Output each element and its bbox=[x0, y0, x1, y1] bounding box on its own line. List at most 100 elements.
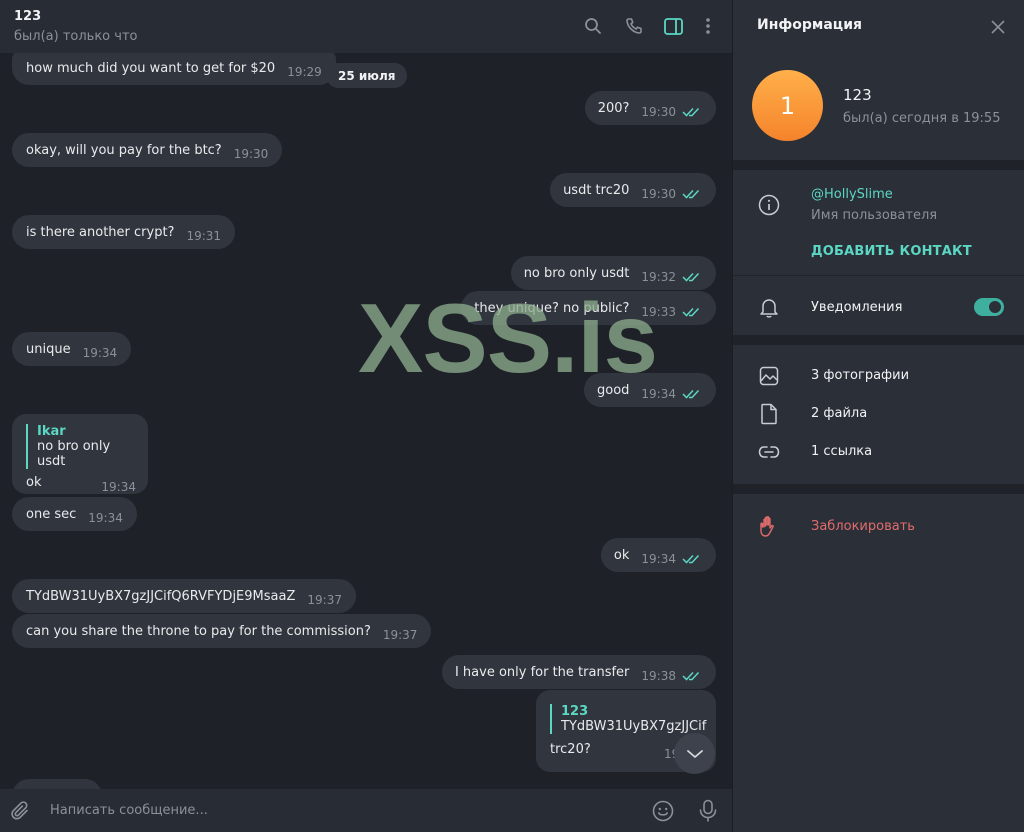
message-incoming[interactable]: okay, will you pay for the btc? 19:30 bbox=[12, 133, 283, 167]
emoji-icon[interactable] bbox=[652, 800, 674, 826]
message-text: they unique? no public? bbox=[474, 300, 630, 316]
message-outgoing[interactable]: 200? 19:30 bbox=[584, 91, 716, 125]
section-divider bbox=[733, 335, 1024, 345]
read-checkmarks-icon bbox=[682, 189, 700, 199]
search-icon[interactable] bbox=[581, 14, 605, 38]
message-outgoing[interactable]: good 19:34 bbox=[583, 373, 716, 407]
read-checkmarks-icon bbox=[682, 554, 700, 564]
message-text: ok bbox=[613, 547, 630, 563]
add-contact-button[interactable]: ДОБАВИТЬ КОНТАКТ bbox=[811, 244, 972, 259]
message-time: 19:37 bbox=[307, 593, 342, 607]
reply-author: Ikar bbox=[37, 424, 66, 439]
avatar[interactable]: 1 bbox=[752, 70, 823, 141]
message-text: is there another crypt? bbox=[26, 224, 175, 240]
message-time: 19:33 bbox=[641, 305, 676, 319]
message-text: one sec bbox=[26, 506, 77, 522]
photo-icon bbox=[758, 365, 780, 387]
message-time: 19:34 bbox=[82, 346, 118, 360]
username-link[interactable]: @HollySlime bbox=[811, 187, 893, 202]
message-text: how much did you want to get for $20 bbox=[26, 60, 276, 76]
attach-icon[interactable] bbox=[10, 800, 32, 826]
reply-text: no bro only usdt bbox=[37, 439, 111, 469]
info-panel: Информация 1 123 был(а) сегодня в 19:55 … bbox=[732, 0, 1024, 832]
profile-name: 123 bbox=[843, 86, 872, 104]
message-outgoing[interactable]: usdt trc20 19:30 bbox=[550, 173, 716, 207]
reply-text: TYdBW31UyBX7gzJJCif bbox=[561, 719, 707, 734]
message-outgoing[interactable]: ok 19:34 bbox=[600, 538, 716, 572]
message-incoming-reply[interactable]: Ikar no bro only usdt ok 19:34 bbox=[12, 414, 148, 494]
read-checkmarks-icon bbox=[682, 671, 700, 681]
message-text: good bbox=[596, 382, 630, 398]
message-list[interactable]: 25 июля how much did you want to get for… bbox=[0, 53, 732, 789]
message-text: 200? bbox=[597, 100, 630, 116]
chat-header[interactable]: 123 был(а) только что bbox=[0, 0, 732, 53]
hand-block-icon bbox=[758, 516, 780, 538]
microphone-icon[interactable] bbox=[698, 799, 718, 827]
message-time: 19:30 bbox=[641, 105, 676, 119]
chat-area: 123 был(а) только что 25 июля how much d… bbox=[0, 0, 732, 832]
info-title: Информация bbox=[757, 17, 862, 33]
more-icon[interactable] bbox=[696, 14, 720, 38]
message-time: 19:30 bbox=[641, 187, 676, 201]
chevron-down-icon bbox=[686, 749, 703, 758]
message-text: unique bbox=[26, 341, 71, 357]
message-incoming[interactable]: can you share the throne to pay for the … bbox=[12, 614, 432, 648]
scroll-down-button[interactable] bbox=[674, 733, 715, 774]
message-incoming[interactable]: is there another crypt? 19:31 bbox=[12, 215, 236, 249]
message-time: 19:34 bbox=[88, 511, 123, 525]
notifications-label: Уведомления bbox=[811, 300, 903, 315]
reply-quote[interactable]: 123 TYdBW31UyBX7gzJJCif bbox=[550, 704, 716, 734]
message-incoming[interactable]: TYdBW31UyBX7gzJJCifQ6RVFYDjE9MsaaZ 19:37 bbox=[12, 579, 356, 613]
message-text: TYdBW31UyBX7gzJJCifQ6RVFYDjE9MsaaZ bbox=[26, 588, 296, 604]
message-time: 19:37 bbox=[382, 628, 418, 642]
message-text: trc20? bbox=[550, 742, 591, 757]
message-time: 19:30 bbox=[233, 147, 269, 161]
close-icon[interactable] bbox=[986, 15, 1010, 39]
username-label: Имя пользователя bbox=[811, 208, 938, 223]
message-text: I have only for the transfer bbox=[454, 664, 630, 680]
read-checkmarks-icon bbox=[682, 389, 700, 399]
files-link[interactable]: 2 файла bbox=[811, 406, 867, 421]
message-time: 19:34 bbox=[641, 552, 676, 566]
phone-icon[interactable] bbox=[622, 14, 646, 38]
section-divider bbox=[733, 484, 1024, 494]
message-outgoing[interactable]: I have only for the transfer 19:38 bbox=[441, 655, 716, 689]
read-checkmarks-icon bbox=[682, 307, 700, 317]
message-text: usdt trc20 bbox=[563, 182, 630, 198]
message-outgoing[interactable]: no bro only usdt 19:32 bbox=[510, 256, 716, 290]
photos-link[interactable]: 3 фотографии bbox=[811, 368, 909, 383]
message-time: 19:29 bbox=[287, 65, 322, 79]
message-incoming[interactable]: one sec 19:34 bbox=[12, 497, 137, 531]
block-user-button[interactable]: Заблокировать bbox=[811, 519, 915, 534]
composer-bar bbox=[0, 789, 732, 832]
message-text: can you share the throne to pay for the … bbox=[26, 623, 371, 639]
bell-icon bbox=[758, 297, 780, 319]
read-checkmarks-icon bbox=[682, 272, 700, 282]
message-input[interactable] bbox=[50, 797, 610, 823]
message-time: 19:32 bbox=[641, 270, 676, 284]
links-link[interactable]: 1 ссылка bbox=[811, 444, 872, 459]
link-icon bbox=[758, 441, 780, 463]
message-time: 19:31 bbox=[186, 229, 222, 243]
message-outgoing[interactable]: they unique? no public? 19:33 bbox=[461, 291, 716, 325]
reply-quote[interactable]: Ikar no bro only usdt bbox=[26, 424, 136, 469]
notifications-toggle[interactable] bbox=[974, 298, 1004, 316]
date-separator: 25 июля bbox=[326, 63, 408, 88]
read-checkmarks-icon bbox=[682, 107, 700, 117]
file-icon bbox=[758, 403, 780, 425]
message-time: 19:38 bbox=[641, 669, 676, 683]
message-incoming-partial[interactable] bbox=[12, 779, 102, 789]
message-text: ok bbox=[26, 475, 42, 490]
info-circle-icon bbox=[758, 194, 780, 216]
sidebar-toggle-icon[interactable] bbox=[661, 14, 685, 38]
section-divider bbox=[733, 275, 1024, 276]
message-incoming[interactable]: how much did you want to get for $20 19:… bbox=[12, 53, 336, 85]
message-text: no bro only usdt bbox=[523, 265, 630, 281]
profile-last-seen: был(а) сегодня в 19:55 bbox=[843, 111, 1001, 126]
message-time: 19:34 bbox=[101, 480, 136, 494]
app-window: 123 был(а) только что 25 июля how much d… bbox=[0, 0, 1024, 832]
message-incoming[interactable]: unique 19:34 bbox=[12, 332, 132, 366]
reply-author: 123 bbox=[561, 704, 589, 719]
section-divider bbox=[733, 160, 1024, 170]
chat-title[interactable]: 123 bbox=[14, 9, 41, 24]
